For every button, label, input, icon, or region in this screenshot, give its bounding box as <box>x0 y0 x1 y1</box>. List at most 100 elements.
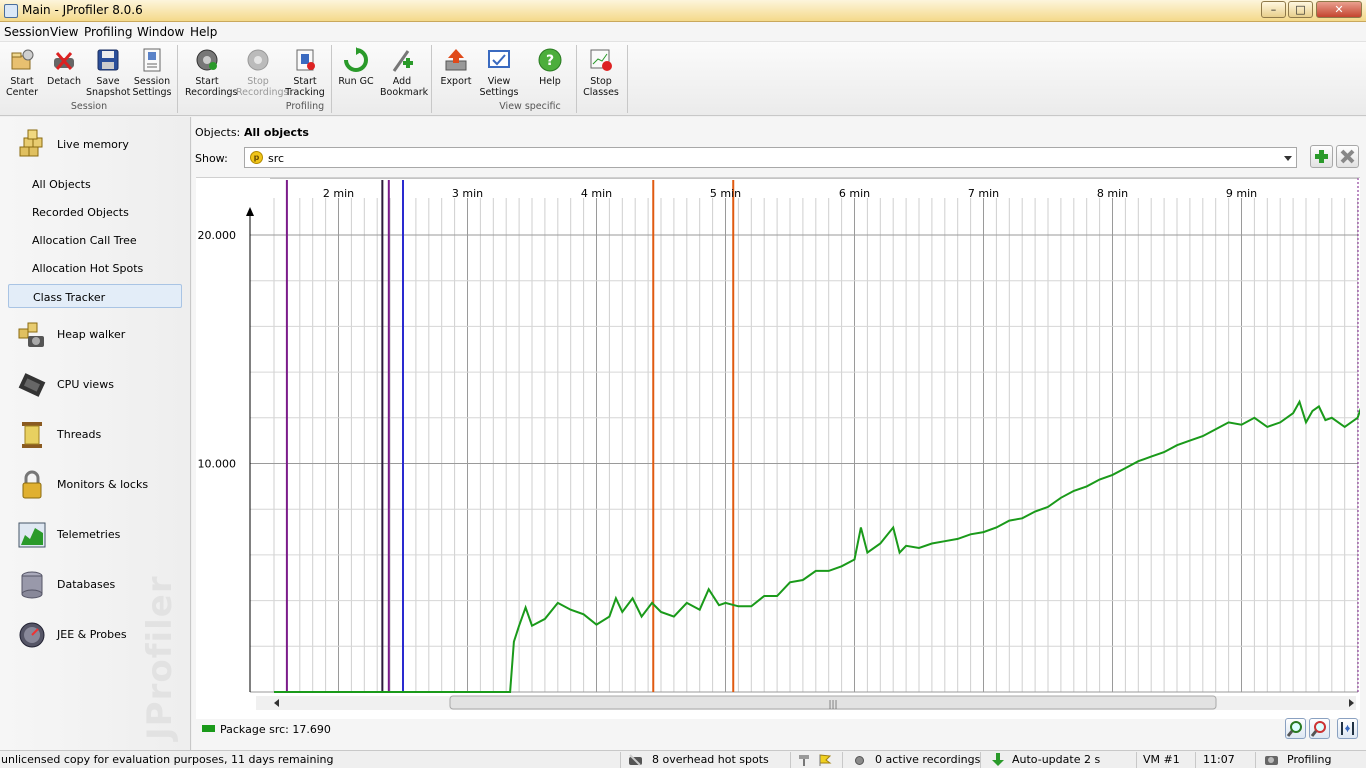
zoom-out-icon <box>1310 721 1326 737</box>
export-icon <box>445 49 467 71</box>
chart-series <box>274 399 1366 693</box>
status-separator <box>980 752 981 768</box>
profiling-mode: Profiling <box>1287 753 1332 766</box>
session-settings-icon <box>143 48 161 72</box>
toolbar: Start Center Detach Save Snapshot Session S… <box>0 42 1366 116</box>
chart-bookmarks <box>285 178 1359 692</box>
live-memory-icon <box>19 129 43 157</box>
chart-axes: 20.000 10.000 2 min 3 min 4 min 5 min 6 min 7 m… <box>198 177 1358 692</box>
start-tracking-button[interactable]: Start Tracking <box>283 45 327 101</box>
legend-label: Package src: 17.690 <box>220 723 331 736</box>
chart-grid <box>250 198 1359 693</box>
add-bookmark-button[interactable]: Add Bookmark <box>380 45 428 101</box>
sidebar-item-live-memory[interactable]: Live memory <box>14 126 184 164</box>
zoom-in-button[interactable] <box>1285 718 1306 739</box>
status-separator <box>842 752 843 768</box>
add-tracked-class-button[interactable] <box>1310 145 1333 168</box>
stop-classes-icon <box>590 49 612 71</box>
chevron-down-icon[interactable] <box>1284 156 1292 161</box>
title-bar: Main - JProfiler 8.0.6 – □ ✕ <box>0 0 1366 22</box>
remove-icon <box>1340 149 1355 164</box>
status-separator <box>1255 752 1256 768</box>
show-label: Show: <box>195 152 228 165</box>
profiling-mode-icon <box>1265 756 1278 765</box>
heap-walker-icon <box>18 322 44 347</box>
save-snapshot-button[interactable]: Save Snapshot <box>86 45 130 101</box>
legend-swatch <box>202 725 215 732</box>
toolbar-separator <box>576 45 577 113</box>
view-settings-button[interactable]: View Settings <box>477 45 521 101</box>
series-line-package-src <box>274 399 1366 693</box>
sidebar-item-all-objects[interactable]: All Objects <box>32 178 91 191</box>
class-tracker-view: Objects: All objects Show: p src 20.000 1… <box>192 117 1366 750</box>
class-tracker-chart: 20.000 10.000 2 min 3 min 4 min 5 min 6 min 7 m… <box>196 177 1366 719</box>
menu-help[interactable]: Help <box>190 25 217 39</box>
stop-classes-button[interactable]: Stop Classes <box>579 45 623 101</box>
x-tick-label: 7 min <box>968 187 999 200</box>
license-status: unlicensed copy for evaluation purposes,… <box>1 753 334 766</box>
scrollbar-grip-icon: ||| <box>828 700 837 710</box>
menu-bar: Session View Profiling Window Help <box>0 22 1366 42</box>
clock-time: 11:07 <box>1203 753 1235 766</box>
status-separator <box>1195 752 1196 768</box>
menu-profiling[interactable]: Profiling <box>84 25 133 39</box>
sidebar-item-allocation-call-tree[interactable]: Allocation Call Tree <box>32 234 137 247</box>
save-snapshot-icon <box>97 49 119 71</box>
menu-view[interactable]: View <box>50 25 78 39</box>
detach-icon <box>54 52 74 70</box>
sidebar-item-allocation-hot-spots[interactable]: Allocation Hot Spots <box>32 262 143 275</box>
maximize-button[interactable]: □ <box>1288 1 1313 18</box>
y-axis-arrow-icon <box>246 207 254 216</box>
vm-id: VM #1 <box>1143 753 1180 766</box>
add-bookmark-icon <box>392 50 413 72</box>
zoom-in-icon <box>1286 721 1302 737</box>
status-bar: unlicensed copy for evaluation purposes,… <box>0 750 1366 768</box>
jprofiler-watermark: JProfiler <box>140 575 180 740</box>
sidebar-item-cpu-views[interactable]: CPU views <box>14 366 184 404</box>
start-recordings-button[interactable]: Start Recordings <box>185 45 237 101</box>
sidebar-item-telemetries[interactable]: Telemetries <box>14 516 184 554</box>
sidebar-item-threads[interactable]: Threads <box>14 416 184 454</box>
detach-button[interactable]: Detach <box>42 45 86 101</box>
help-button[interactable]: ? Help <box>528 45 572 101</box>
session-settings-button[interactable]: Session Settings <box>130 45 174 101</box>
active-recordings[interactable]: 0 active recordings <box>875 753 980 766</box>
menu-window[interactable]: Window <box>137 25 184 39</box>
show-package-select[interactable]: p src <box>244 147 1297 168</box>
status-separator <box>620 752 621 768</box>
sidebar-item-heap-walker[interactable]: Heap walker <box>14 316 184 354</box>
zoom-out-button[interactable] <box>1309 718 1330 739</box>
export-button[interactable]: Export <box>434 45 478 101</box>
telemetry-chart-icon <box>18 522 46 548</box>
fit-window-button[interactable] <box>1337 718 1358 739</box>
toolbar-separator <box>627 45 628 113</box>
x-tick-label: 3 min <box>452 187 483 200</box>
sidebar-item-recorded-objects[interactable]: Recorded Objects <box>32 206 129 219</box>
close-button[interactable]: ✕ <box>1316 1 1362 18</box>
stop-recordings-button[interactable]: Stop Recordings <box>236 45 288 101</box>
toolbar-separator <box>431 45 432 113</box>
remove-tracked-class-button[interactable] <box>1336 145 1359 168</box>
status-separator <box>790 752 791 768</box>
run-gc-icon <box>344 47 368 72</box>
x-tick-label: 6 min <box>839 187 870 200</box>
run-gc-button[interactable]: Run GC <box>334 45 378 101</box>
overhead-hot-spots[interactable]: 8 overhead hot spots <box>652 753 769 766</box>
auto-update-icon <box>992 753 1004 766</box>
minimize-button[interactable]: – <box>1261 1 1286 18</box>
database-icon <box>21 571 43 599</box>
chart-scrollbar[interactable]: ||| <box>256 695 1356 710</box>
chart-legend: Package src: 17.690 <box>202 723 331 736</box>
stop-recordings-icon <box>247 49 269 71</box>
sidebar-item-monitors-locks[interactable]: Monitors & locks <box>14 466 184 504</box>
x-tick-label: 4 min <box>581 187 612 200</box>
menu-session[interactable]: Session <box>4 25 50 39</box>
probe-gauge-icon <box>19 622 45 648</box>
hot-spot-icon <box>629 754 642 766</box>
toolbar-group-view-specific: View specific <box>499 101 561 112</box>
auto-update-status[interactable]: Auto-update 2 s <box>1012 753 1100 766</box>
sidebar-item-class-tracker[interactable]: Class Tracker <box>8 284 182 308</box>
toolbar-group-session: Session <box>70 101 108 112</box>
start-center-button[interactable]: Start Center <box>0 45 44 101</box>
window-title: Main - JProfiler 8.0.6 <box>22 3 143 17</box>
